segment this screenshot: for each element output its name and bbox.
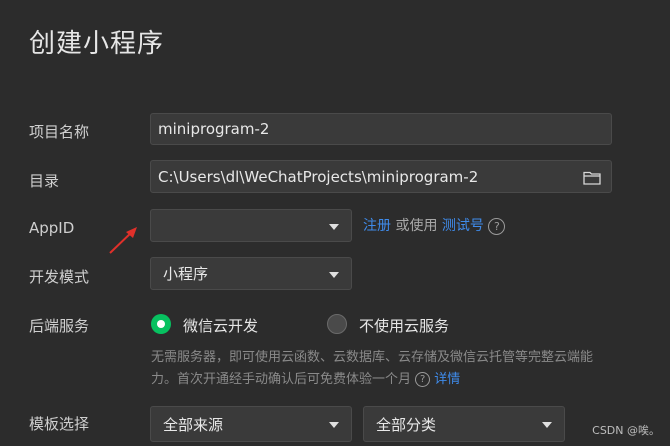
- watermark: CSDN @唉。: [592, 424, 660, 437]
- appid-select[interactable]: [150, 209, 352, 242]
- project-name-value: miniprogram-2: [158, 120, 270, 138]
- template-label: 模板选择: [29, 415, 90, 433]
- template-source-value: 全部来源: [163, 415, 224, 434]
- backend-label: 后端服务: [29, 317, 90, 335]
- register-link[interactable]: 注册: [363, 218, 391, 234]
- or-use-text: 或使用: [395, 218, 438, 234]
- radio-cloud-dev-label[interactable]: 微信云开发: [183, 315, 258, 336]
- details-link[interactable]: 详情: [434, 372, 460, 387]
- appid-label: AppID: [29, 219, 75, 237]
- project-name-input[interactable]: miniprogram-2: [150, 113, 612, 145]
- directory-label: 目录: [29, 172, 60, 190]
- help-icon[interactable]: ?: [488, 217, 506, 235]
- folder-icon[interactable]: [583, 170, 601, 185]
- red-arrow-annotation: [109, 227, 137, 254]
- page-title: 创建小程序: [29, 29, 165, 59]
- appid-actions: 注册 或使用 测试号 ?: [363, 215, 506, 235]
- dev-mode-value: 小程序: [163, 265, 209, 283]
- test-id-link[interactable]: 测试号: [442, 218, 484, 234]
- backend-description-line2-wrap: 力。首次开通经手动确认后可免费体验一个月 ? 详情: [151, 368, 460, 387]
- chevron-down-icon: [542, 422, 552, 428]
- template-source-select[interactable]: 全部来源: [150, 406, 352, 442]
- chevron-down-icon: [329, 223, 339, 230]
- backend-description-line2: 力。首次开通经手动确认后可免费体验一个月: [151, 372, 412, 387]
- help-icon[interactable]: ?: [415, 372, 431, 387]
- backend-description-line1: 无需服务器，即可使用云函数、云数据库、云存储及微信云托管等完整云端能: [151, 350, 594, 365]
- radio-cloud-dev[interactable]: [151, 314, 171, 334]
- dev-mode-select[interactable]: 小程序: [150, 257, 352, 290]
- dev-mode-label: 开发模式: [29, 268, 90, 286]
- radio-no-cloud[interactable]: [327, 314, 347, 334]
- radio-no-cloud-label[interactable]: 不使用云服务: [359, 315, 449, 336]
- chevron-down-icon: [329, 271, 339, 278]
- directory-input[interactable]: C:\Users\dl\WeChatProjects\miniprogram-2: [150, 160, 612, 193]
- directory-value: C:\Users\dl\WeChatProjects\miniprogram-2: [158, 167, 479, 186]
- chevron-down-icon: [329, 422, 339, 428]
- template-category-value: 全部分类: [376, 415, 437, 434]
- template-category-select[interactable]: 全部分类: [363, 406, 565, 442]
- project-name-label: 项目名称: [29, 123, 90, 141]
